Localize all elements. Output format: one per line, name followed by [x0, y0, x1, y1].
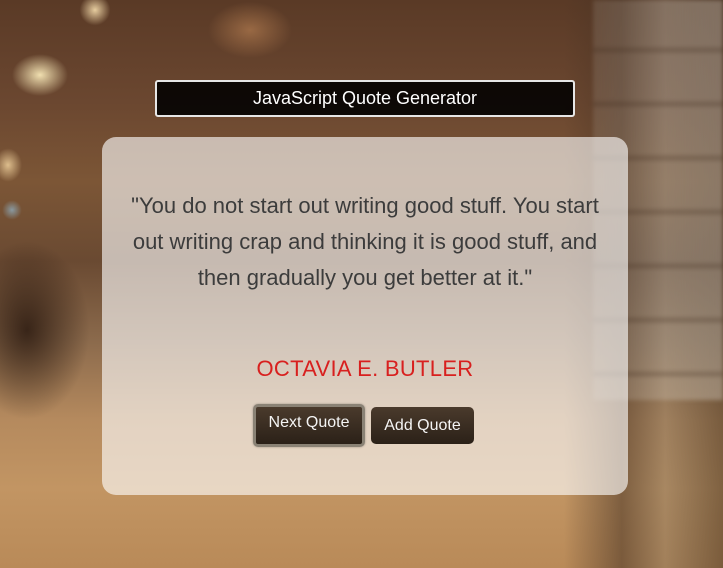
- page-title: JavaScript Quote Generator: [155, 80, 575, 117]
- quote-author: OCTAVIA E. BUTLER: [256, 356, 474, 381]
- add-quote-button[interactable]: Add Quote: [371, 407, 474, 444]
- next-quote-button[interactable]: Next Quote: [253, 404, 365, 447]
- background-shadow: [0, 240, 90, 420]
- quote-card: "You do not start out writing good stuff…: [102, 137, 628, 495]
- quote-text: "You do not start out writing good stuff…: [131, 193, 599, 290]
